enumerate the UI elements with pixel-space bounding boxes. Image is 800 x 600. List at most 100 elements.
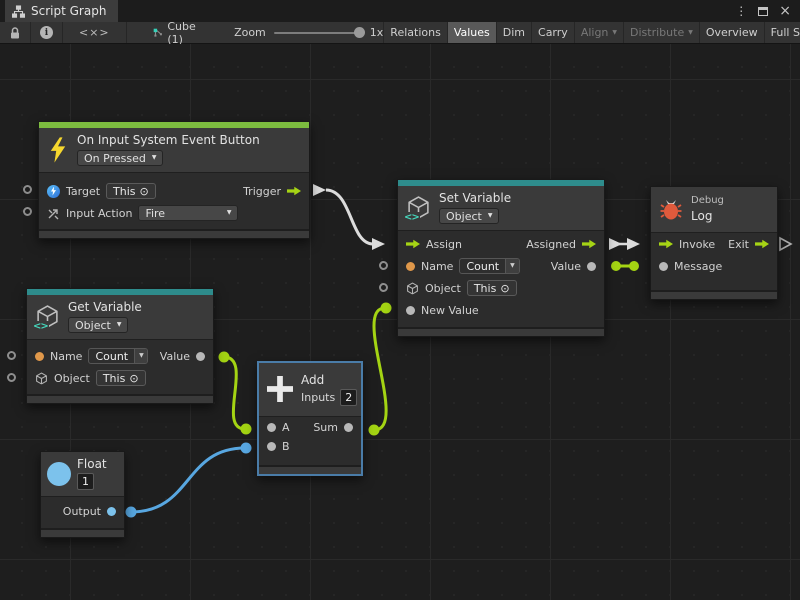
assign-input-port[interactable] bbox=[406, 239, 420, 249]
info-icon: i bbox=[40, 26, 53, 39]
wire-assigned-to-invoke[interactable] bbox=[609, 238, 640, 250]
tab-script-graph[interactable]: Script Graph bbox=[5, 0, 118, 22]
kebab-menu-icon[interactable]: ⋮ bbox=[735, 4, 747, 18]
cube-icon bbox=[35, 372, 48, 385]
window-controls: ⋮ × bbox=[735, 0, 800, 22]
wire-float-to-add-b[interactable] bbox=[126, 443, 252, 518]
setvar-object-port[interactable] bbox=[379, 283, 388, 292]
input-action-dropdown[interactable]: Fire ▼ bbox=[138, 205, 238, 221]
output-port[interactable] bbox=[107, 507, 116, 516]
node-debug-log[interactable]: Debug Log Invoke Exit Message bbox=[650, 186, 778, 300]
new-value-input-port[interactable] bbox=[406, 306, 415, 315]
node-header[interactable]: Float 1 bbox=[41, 452, 124, 497]
wire-value-to-message[interactable] bbox=[611, 261, 639, 271]
node-set-variable[interactable]: <> Set Variable Object ▼ Assign Assigned bbox=[397, 179, 605, 337]
chevron-down-icon: ▼ bbox=[139, 353, 144, 359]
node-footer bbox=[651, 290, 777, 299]
setvar-name-port[interactable] bbox=[379, 261, 388, 270]
node-header[interactable]: Add Inputs 2 bbox=[259, 363, 361, 417]
exit-port-hollow-triangle[interactable] bbox=[780, 238, 791, 250]
variable-name-combo[interactable]: Count ▼ bbox=[88, 348, 147, 364]
target-dot-icon: ⊙ bbox=[500, 282, 509, 295]
name-input-port[interactable] bbox=[35, 352, 44, 361]
inputs-count-field[interactable]: 2 bbox=[340, 389, 357, 406]
event-mode-dropdown[interactable]: On Pressed ▼ bbox=[77, 150, 163, 166]
toolbar-toggles: Relations Values Dim Carry Align ▼ Distr… bbox=[383, 22, 800, 43]
node-footer bbox=[27, 394, 213, 403]
chevron-down-icon: ▼ bbox=[488, 213, 493, 219]
code-view-button[interactable]: <×> bbox=[63, 22, 127, 43]
getvar-name-port[interactable] bbox=[7, 351, 16, 360]
getvar-object-port[interactable] bbox=[7, 373, 16, 382]
variable-cube-icon: <> bbox=[406, 195, 431, 220]
graph-canvas[interactable]: On Input System Event Button On Pressed … bbox=[0, 44, 800, 600]
relations-button[interactable]: Relations bbox=[383, 22, 447, 43]
name-input-port[interactable] bbox=[406, 262, 415, 271]
dim-button[interactable]: Dim bbox=[496, 22, 531, 43]
target-this-selector[interactable]: This ⊙ bbox=[106, 183, 156, 199]
float-value-field[interactable]: 1 bbox=[77, 473, 94, 490]
variable-cube-icon: <> bbox=[35, 304, 60, 329]
trigger-output-port[interactable] bbox=[287, 186, 301, 196]
plus-icon bbox=[267, 376, 293, 402]
carry-button[interactable]: Carry bbox=[531, 22, 574, 43]
message-input-port[interactable] bbox=[659, 262, 668, 271]
b-row: B bbox=[259, 437, 361, 456]
graph-breadcrumb[interactable]: Cube (1) bbox=[153, 22, 200, 43]
chevron-down-icon: ▼ bbox=[688, 30, 693, 36]
wire-trigger-to-assign[interactable] bbox=[313, 184, 385, 250]
graph-toolbar: i <×> Cube (1) Zoom 1x Relations Values … bbox=[0, 22, 800, 44]
chevron-down-icon: ▼ bbox=[510, 263, 515, 269]
node-footer bbox=[39, 229, 309, 238]
object-this-selector[interactable]: This ⊙ bbox=[467, 280, 517, 296]
code-icon: <×> bbox=[79, 26, 110, 39]
lock-icon bbox=[9, 26, 21, 40]
node-header[interactable]: <> Get Variable Object ▼ bbox=[27, 295, 213, 340]
value-output-port[interactable] bbox=[196, 352, 205, 361]
object-this-selector[interactable]: This ⊙ bbox=[96, 370, 146, 386]
exit-output-port[interactable] bbox=[755, 239, 769, 249]
script-graph-window: Script Graph ⋮ × i <×> bbox=[0, 0, 800, 600]
node-header[interactable]: <> Set Variable Object ▼ bbox=[398, 186, 604, 231]
invoke-row: Invoke Exit bbox=[651, 233, 777, 255]
value-output-port[interactable] bbox=[587, 262, 596, 271]
variable-kind-dropdown[interactable]: Object ▼ bbox=[439, 208, 499, 224]
wire-getvariable-to-add-a[interactable] bbox=[219, 352, 252, 435]
node-title: Set Variable bbox=[439, 191, 511, 205]
node-add[interactable]: Add Inputs 2 A Sum B bbox=[257, 361, 363, 476]
fullscreen-button[interactable]: Full Screen bbox=[764, 22, 800, 43]
node-on-input-system-event[interactable]: On Input System Event Button On Pressed … bbox=[38, 121, 310, 239]
align-dropdown[interactable]: Align ▼ bbox=[574, 22, 623, 43]
invoke-input-port[interactable] bbox=[659, 239, 673, 249]
chevron-down-icon: ▼ bbox=[227, 210, 232, 216]
chevron-down-icon: ▼ bbox=[117, 322, 122, 328]
variable-kind-dropdown[interactable]: Object ▼ bbox=[68, 317, 128, 333]
cube-icon bbox=[406, 282, 419, 295]
node-get-variable[interactable]: <> Get Variable Object ▼ Name Count ▼ bbox=[26, 288, 214, 404]
event-target-port[interactable] bbox=[23, 185, 32, 194]
values-button[interactable]: Values bbox=[447, 22, 496, 43]
overview-button[interactable]: Overview bbox=[699, 22, 764, 43]
bug-icon bbox=[659, 197, 683, 221]
node-header[interactable]: Debug Log bbox=[651, 187, 777, 233]
b-input-port[interactable] bbox=[267, 442, 276, 451]
inspect-button[interactable]: i bbox=[31, 22, 63, 43]
target-row: Target This ⊙ Trigger bbox=[39, 180, 309, 202]
maximize-icon[interactable] bbox=[758, 7, 768, 16]
assigned-output-port[interactable] bbox=[582, 239, 596, 249]
wire-add-sum-to-newvalue[interactable] bbox=[369, 303, 392, 436]
zoom-slider-handle[interactable] bbox=[354, 27, 365, 38]
breadcrumb-label: Cube (1) bbox=[167, 20, 200, 46]
event-action-port[interactable] bbox=[23, 207, 32, 216]
assign-row: Assign Assigned bbox=[398, 233, 604, 255]
chevron-down-icon: ▼ bbox=[612, 30, 617, 36]
variable-name-combo[interactable]: Count ▼ bbox=[459, 258, 519, 274]
a-input-port[interactable] bbox=[267, 423, 276, 432]
close-icon[interactable]: × bbox=[779, 3, 791, 19]
node-float[interactable]: Float 1 Output bbox=[40, 451, 125, 538]
sum-output-port[interactable] bbox=[344, 423, 353, 432]
zoom-slider[interactable] bbox=[274, 32, 362, 34]
distribute-dropdown[interactable]: Distribute ▼ bbox=[623, 22, 699, 43]
node-header[interactable]: On Input System Event Button On Pressed … bbox=[39, 128, 309, 173]
lock-button[interactable] bbox=[0, 22, 31, 43]
